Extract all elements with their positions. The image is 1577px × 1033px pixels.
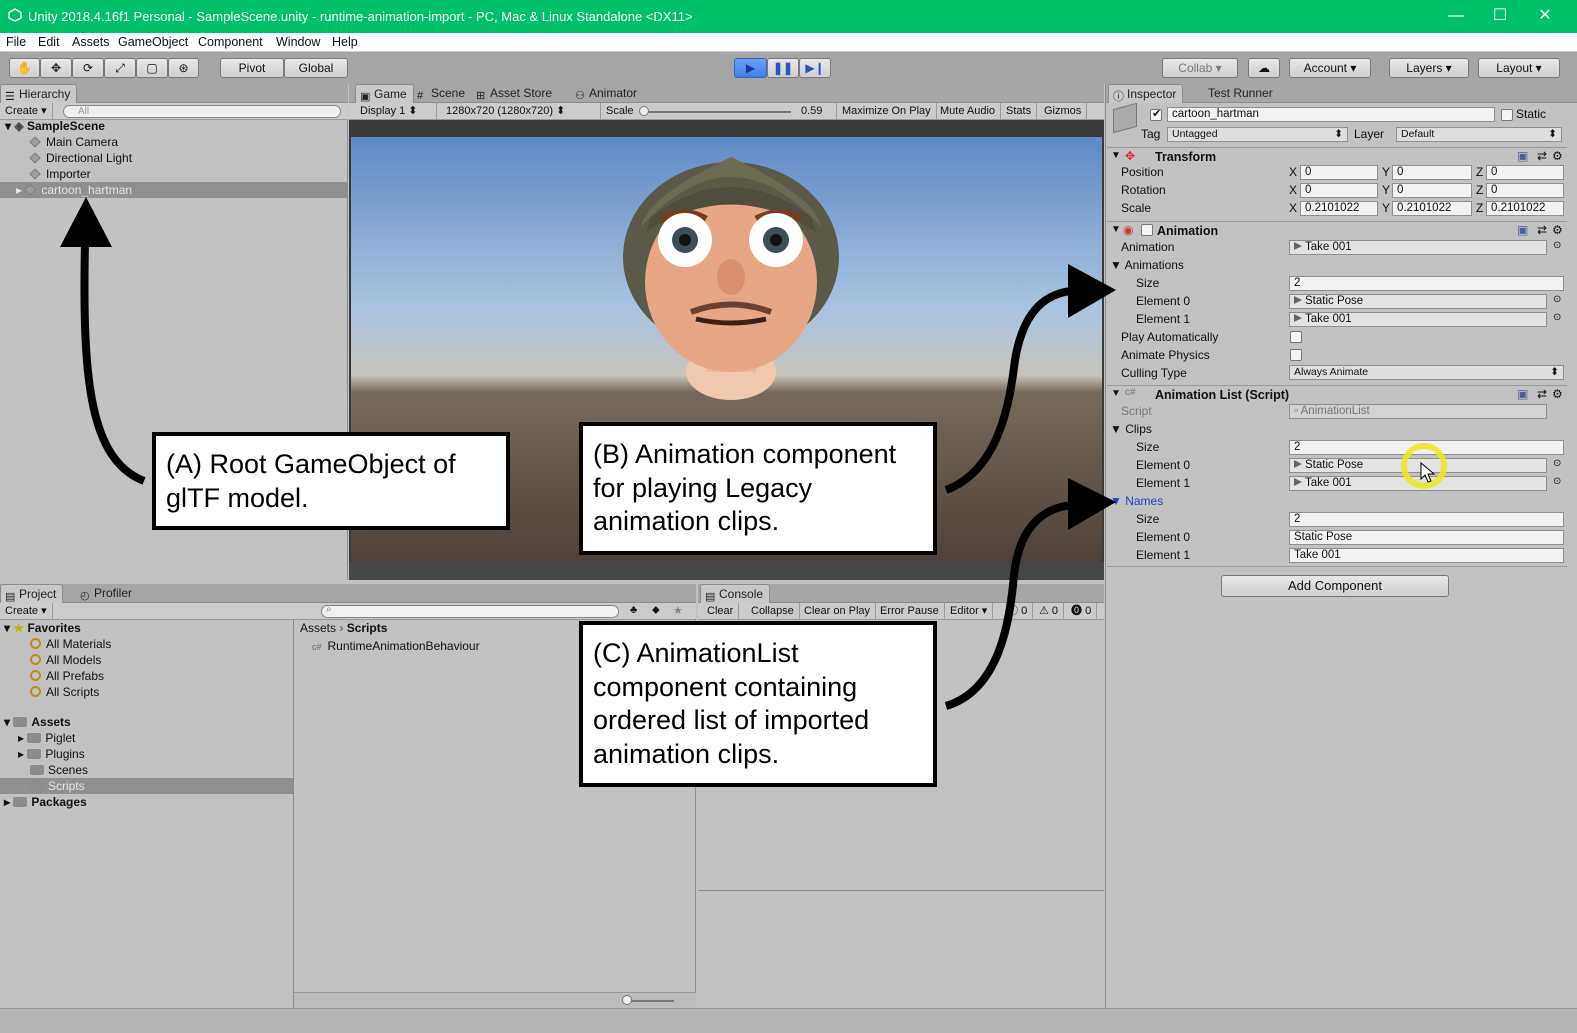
arrow-head-b [1068,264,1116,318]
arrow-head-c [1068,478,1116,530]
callout-a: (A) Root GameObject of glTF model. [152,432,510,530]
arrow-head-a [60,197,112,247]
callout-c: (C) AnimationList component containing o… [579,621,937,787]
callout-b: (B) Animation component for playing Lega… [579,422,937,555]
